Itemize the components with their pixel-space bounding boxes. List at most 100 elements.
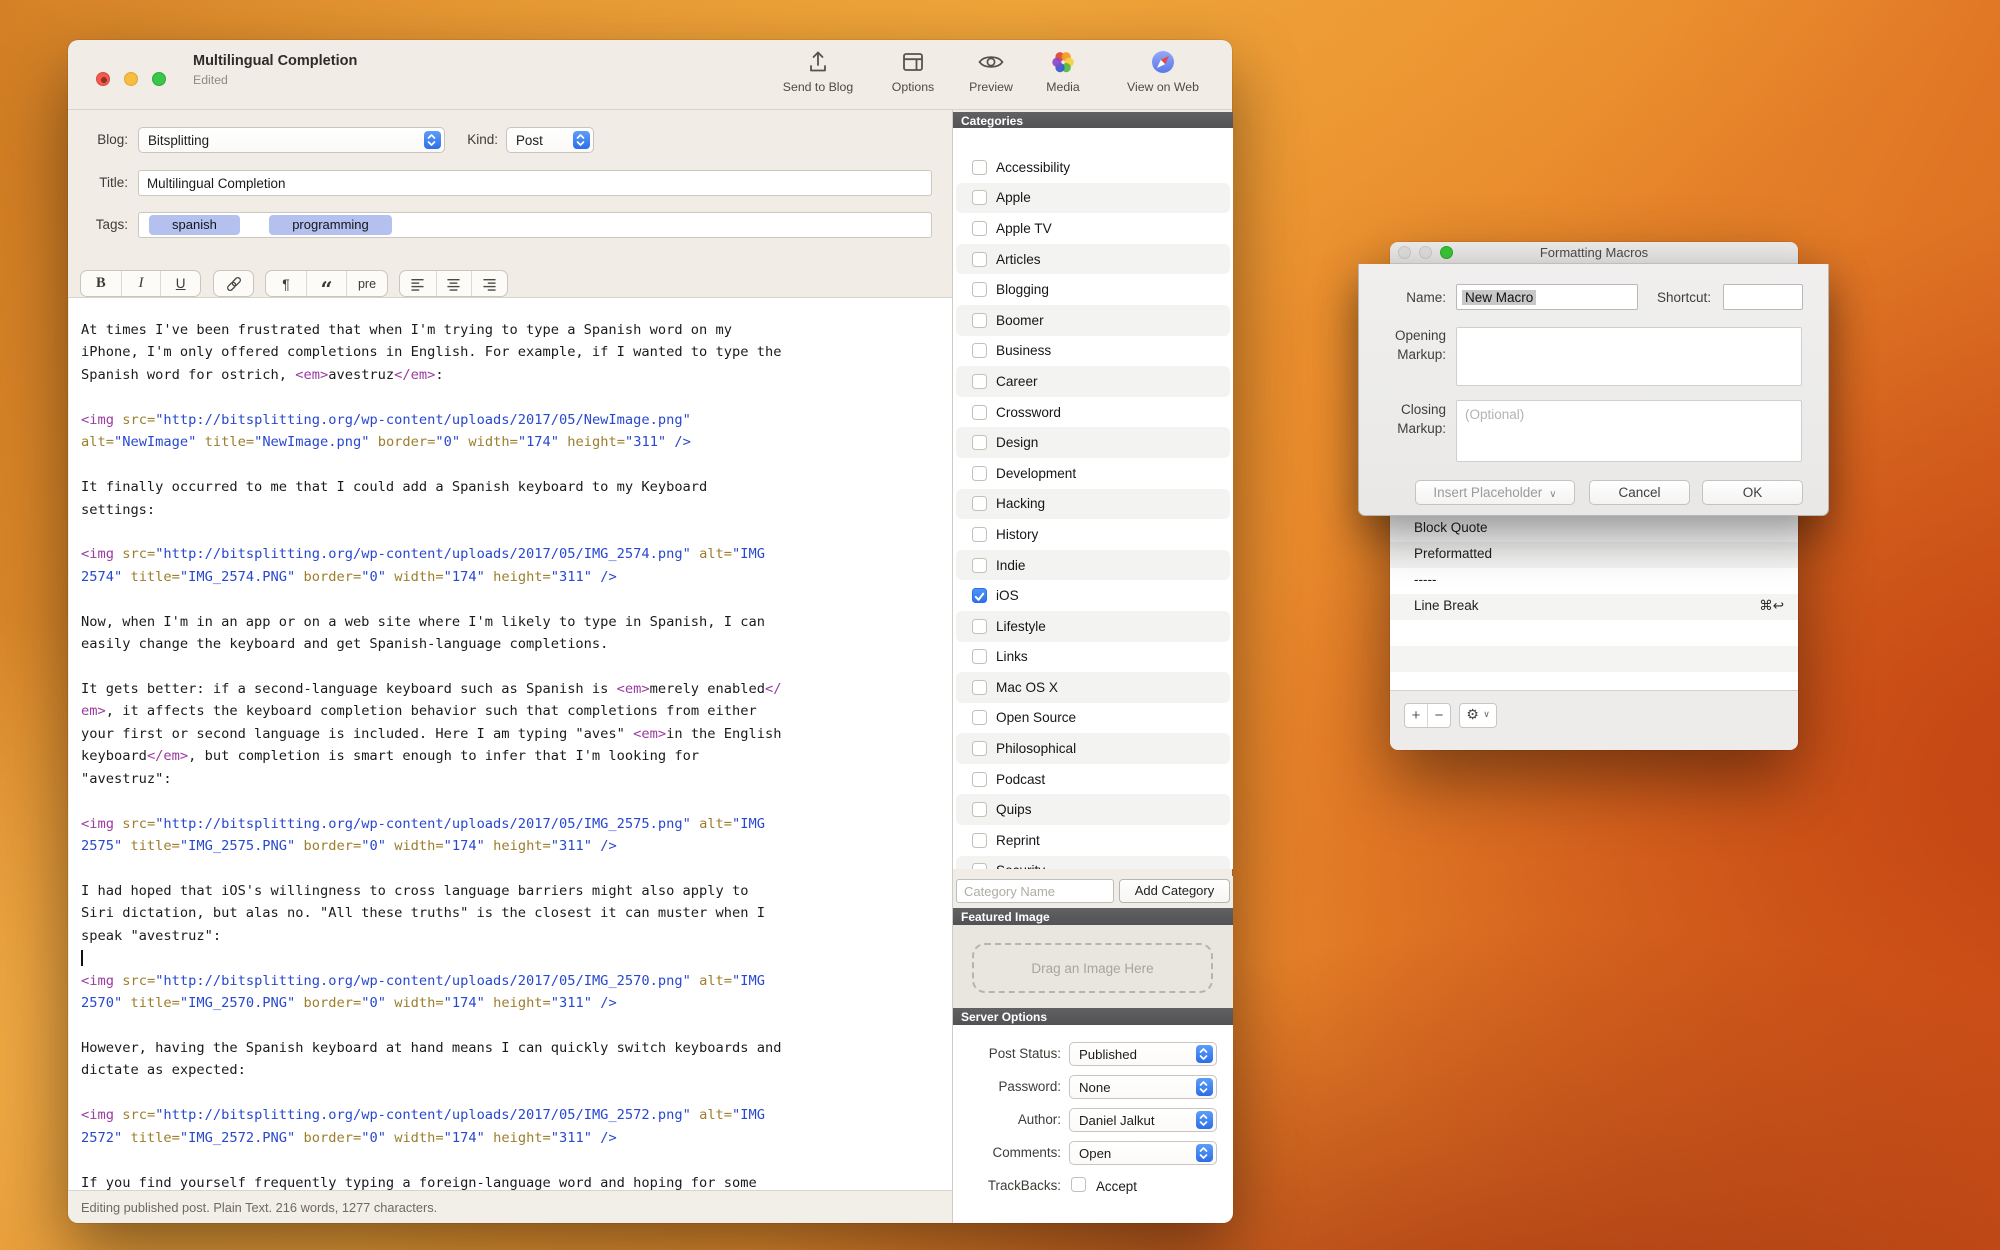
cancel-button[interactable]: Cancel xyxy=(1589,480,1690,505)
blockquote-button[interactable]: “ xyxy=(306,271,346,296)
category-checkbox[interactable] xyxy=(972,405,987,420)
editor-line[interactable]: dictate as expected: xyxy=(81,1062,781,1084)
category-checkbox[interactable] xyxy=(972,619,987,634)
zoom-button[interactable] xyxy=(152,72,166,86)
editor-line[interactable]: speak "avestruz": xyxy=(81,928,781,950)
editor-line[interactable]: It finally occurred to me that I could a… xyxy=(81,479,781,501)
category-row[interactable]: Articles xyxy=(956,244,1230,275)
macro-row[interactable]: ----- xyxy=(1390,568,1798,594)
tag-pill[interactable]: spanish xyxy=(149,215,240,235)
category-row[interactable]: Apple xyxy=(956,183,1230,214)
macro-row[interactable]: Preformatted xyxy=(1390,542,1798,568)
editor-line[interactable]: However, having the Spanish keyboard at … xyxy=(81,1040,781,1062)
editor-line[interactable]: 2575" title="IMG_2575.PNG" border="0" wi… xyxy=(81,838,781,860)
paragraph-button[interactable]: ¶ xyxy=(266,271,306,296)
category-row[interactable]: Security xyxy=(956,856,1230,869)
category-checkbox[interactable] xyxy=(972,313,987,328)
editor-line[interactable] xyxy=(81,659,781,681)
server-option-popup[interactable]: Daniel Jalkut xyxy=(1069,1108,1217,1132)
align-left-button[interactable] xyxy=(400,271,436,296)
category-row[interactable]: Career xyxy=(956,366,1230,397)
category-name-input[interactable] xyxy=(956,879,1114,903)
category-checkbox[interactable] xyxy=(972,282,987,297)
editor-line[interactable]: <img src="http://bitsplitting.org/wp-con… xyxy=(81,816,781,838)
send-to-blog-button[interactable]: Send to Blog xyxy=(766,48,870,106)
editor-line[interactable]: keyboard</em>, but completion is smart e… xyxy=(81,748,781,770)
editor-line[interactable] xyxy=(81,457,781,479)
media-button[interactable]: Media xyxy=(1011,48,1115,106)
category-row[interactable]: Philosophical xyxy=(956,733,1230,764)
editor-line[interactable] xyxy=(81,389,781,411)
editor-line[interactable]: <img src="http://bitsplitting.org/wp-con… xyxy=(81,1107,781,1129)
category-checkbox[interactable] xyxy=(972,527,987,542)
category-checkbox[interactable] xyxy=(972,772,987,787)
category-checkbox[interactable] xyxy=(972,466,987,481)
editor-line[interactable] xyxy=(81,1085,781,1107)
editor-line[interactable]: em>, it affects the keyboard completion … xyxy=(81,703,781,725)
view-on-web-button[interactable]: View on Web xyxy=(1111,48,1215,106)
category-row[interactable]: Links xyxy=(956,642,1230,673)
close-button[interactable] xyxy=(96,72,110,86)
category-row[interactable]: History xyxy=(956,519,1230,550)
category-row[interactable]: Open Source xyxy=(956,703,1230,734)
category-row[interactable]: Crossword xyxy=(956,397,1230,428)
category-row[interactable]: Mac OS X xyxy=(956,672,1230,703)
server-option-popup[interactable]: None xyxy=(1069,1075,1217,1099)
title-field[interactable]: Multilingual Completion xyxy=(138,170,932,196)
editor-line[interactable]: It gets better: if a second-language key… xyxy=(81,681,781,703)
category-checkbox[interactable] xyxy=(972,863,987,869)
category-checkbox[interactable] xyxy=(972,343,987,358)
editor-line[interactable]: <img src="http://bitsplitting.org/wp-con… xyxy=(81,412,781,434)
category-checkbox[interactable] xyxy=(972,710,987,725)
category-checkbox[interactable] xyxy=(972,741,987,756)
align-right-button[interactable] xyxy=(471,271,507,296)
minimize-button[interactable] xyxy=(124,72,138,86)
editor-line[interactable]: 2570" title="IMG_2570.PNG" border="0" wi… xyxy=(81,995,781,1017)
category-checkbox[interactable] xyxy=(972,435,987,450)
category-checkbox[interactable] xyxy=(972,252,987,267)
server-option-popup[interactable]: Open xyxy=(1069,1141,1217,1165)
macro-shortcut-field[interactable] xyxy=(1723,284,1803,310)
category-checkbox[interactable] xyxy=(972,680,987,695)
category-checkbox[interactable] xyxy=(972,190,987,205)
category-row[interactable]: Quips xyxy=(956,794,1230,825)
macro-row[interactable]: Line Break⌘↩ xyxy=(1390,594,1798,620)
macro-actions-button[interactable]: ⚙ ∨ xyxy=(1459,703,1497,728)
tags-field[interactable]: spanish programming xyxy=(138,212,932,238)
category-checkbox[interactable] xyxy=(972,496,987,511)
closing-markup-textarea[interactable]: (Optional) xyxy=(1456,400,1802,462)
italic-button[interactable]: I xyxy=(121,271,161,296)
insert-placeholder-popup[interactable]: Insert Placeholder∨ xyxy=(1415,480,1575,505)
editor-line[interactable] xyxy=(81,1018,781,1040)
editor-line[interactable] xyxy=(81,950,781,972)
editor-line[interactable]: easily change the keyboard and get Spani… xyxy=(81,636,781,658)
editor-line[interactable]: At times I've been frustrated that when … xyxy=(81,322,781,344)
category-checkbox[interactable] xyxy=(972,649,987,664)
editor-line[interactable]: <img src="http://bitsplitting.org/wp-con… xyxy=(81,546,781,568)
add-category-button[interactable]: Add Category xyxy=(1119,879,1230,903)
tag-pill[interactable]: programming xyxy=(269,215,392,235)
underline-button[interactable]: U xyxy=(160,271,200,296)
editor-line[interactable]: If you find yourself frequently typing a… xyxy=(81,1175,781,1190)
category-row[interactable]: iOS xyxy=(956,580,1230,611)
editor-line[interactable]: 2572" title="IMG_2572.PNG" border="0" wi… xyxy=(81,1130,781,1152)
category-checkbox[interactable] xyxy=(972,802,987,817)
editor-line[interactable]: your first or second language is include… xyxy=(81,726,781,748)
category-row[interactable]: Podcast xyxy=(956,764,1230,795)
category-row[interactable]: Business xyxy=(956,336,1230,367)
post-body-editor[interactable]: At times I've been frustrated that when … xyxy=(69,298,952,1190)
add-macro-button[interactable]: + xyxy=(1405,704,1427,727)
editor-line[interactable]: <img src="http://bitsplitting.org/wp-con… xyxy=(81,973,781,995)
category-row[interactable]: Lifestyle xyxy=(956,611,1230,642)
category-row[interactable]: Apple TV xyxy=(956,213,1230,244)
editor-line[interactable]: Siri dictation, but alas no. "All these … xyxy=(81,905,781,927)
ok-button[interactable]: OK xyxy=(1702,480,1803,505)
editor-line[interactable]: "avestruz": xyxy=(81,771,781,793)
category-checkbox[interactable] xyxy=(972,833,987,848)
server-option-popup[interactable]: Published xyxy=(1069,1042,1217,1066)
category-checkbox[interactable] xyxy=(972,558,987,573)
kind-popup[interactable]: Post xyxy=(506,127,594,153)
category-checkbox[interactable] xyxy=(972,588,987,603)
category-row[interactable]: Hacking xyxy=(956,489,1230,520)
link-button[interactable] xyxy=(214,271,253,296)
